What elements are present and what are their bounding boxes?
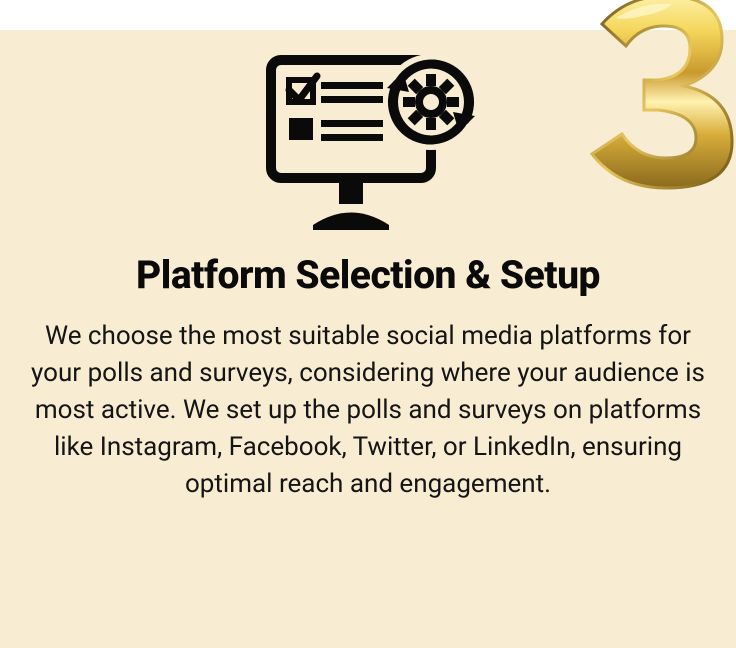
feature-title: Platform Selection & Setup	[20, 252, 716, 298]
monitor-checklist-gear-icon	[253, 50, 483, 240]
step-number-badge: 3	[572, 0, 736, 192]
feature-description: We choose the most suitable social media…	[20, 318, 716, 503]
